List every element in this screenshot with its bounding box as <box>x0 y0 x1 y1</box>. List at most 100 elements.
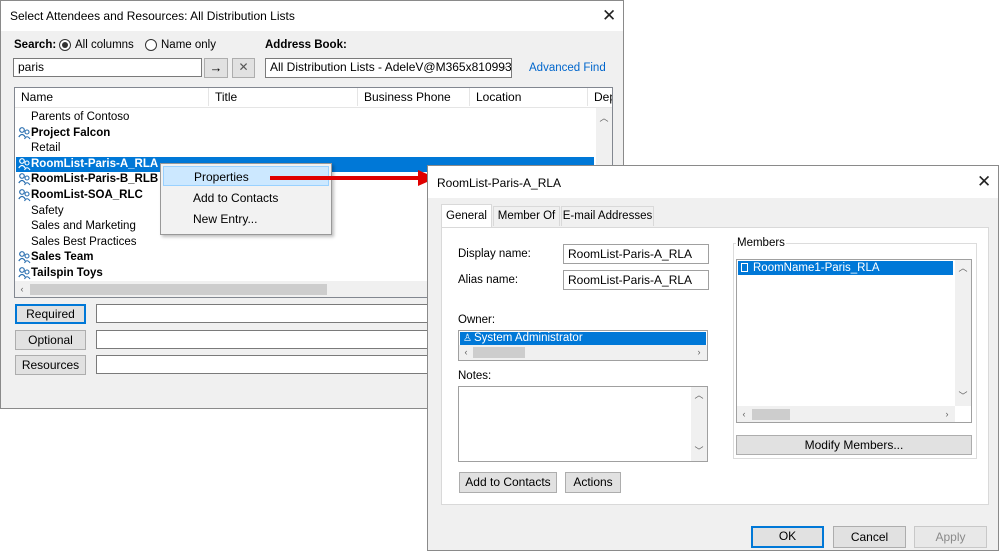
resources-button[interactable]: Resources <box>15 355 86 375</box>
row-name: RoomList-Paris-B_RLB <box>31 173 159 186</box>
optional-field[interactable] <box>96 330 436 349</box>
notes-vertical-scrollbar[interactable]: ︿ ﹀ <box>691 387 707 461</box>
row-name: RoomList-SOA_RLC <box>31 189 143 201</box>
notes-textarea[interactable]: ︿ ﹀ <box>458 386 708 462</box>
owner-item[interactable]: ♙ System Administrator <box>460 332 706 345</box>
table-row[interactable]: Retail <box>16 141 586 156</box>
go-button[interactable]: → <box>204 58 228 78</box>
members-scroll-up-icon[interactable]: ︿ <box>957 262 969 274</box>
modify-members-button[interactable]: Modify Members... <box>736 435 972 455</box>
owner-list[interactable]: ♙ System Administrator ‹ › <box>458 330 708 361</box>
member-name: RoomName1-Paris_RLA <box>753 262 880 274</box>
distribution-list-icon <box>18 188 31 203</box>
tab-email-addresses[interactable]: E-mail Addresses <box>561 206 654 226</box>
scroll-up-icon[interactable]: ︿ <box>598 112 610 124</box>
distribution-list-icon <box>18 250 31 265</box>
alias-name-label: Alias name: <box>458 274 519 286</box>
row-name: Tailspin Toys <box>31 267 103 279</box>
row-name: RoomList-Paris-A_RLA <box>31 157 159 170</box>
search-input[interactable]: paris <box>13 58 202 77</box>
row-name: Sales Best Practices <box>31 235 137 248</box>
clear-search-button[interactable]: ✕ <box>232 58 255 78</box>
row-name: Sales and Marketing <box>31 220 136 233</box>
horizontal-scroll-thumb[interactable] <box>30 284 327 295</box>
tab-general[interactable]: General <box>441 204 492 228</box>
cancel-button[interactable]: Cancel <box>833 526 906 548</box>
members-scroll-left-icon[interactable]: ‹ <box>738 408 750 420</box>
row-name: Project Falcon <box>31 126 111 139</box>
properties-title-bar: RoomList-Paris-A_RLA ✕ <box>428 166 998 198</box>
address-book-select[interactable]: All Distribution Lists - AdeleV@M365x810… <box>265 58 512 78</box>
search-input-value: paris <box>18 60 45 74</box>
close-icon[interactable]: ✕ <box>602 7 616 24</box>
display-name-label: Display name: <box>458 248 531 260</box>
title-bar: Select Attendees and Resources: All Dist… <box>1 1 623 31</box>
ok-button[interactable]: OK <box>751 526 824 548</box>
column-business-phone[interactable]: Business Phone <box>358 88 470 106</box>
column-location[interactable]: Location <box>470 88 588 106</box>
display-name-field[interactable]: RoomList-Paris-A_RLA <box>563 244 709 264</box>
menu-item-new-entry[interactable]: New Entry... <box>163 209 329 229</box>
column-department[interactable]: Dep <box>588 88 612 106</box>
distribution-list-icon <box>18 126 31 141</box>
members-scroll-thumb[interactable] <box>752 409 790 420</box>
members-vertical-scrollbar[interactable]: ︿ ﹀ <box>955 260 971 406</box>
owner-scroll-left-icon[interactable]: ‹ <box>460 346 472 358</box>
members-scroll-down-icon[interactable]: ﹀ <box>957 390 969 402</box>
column-name[interactable]: Name <box>15 88 209 106</box>
notes-label: Notes: <box>458 370 492 382</box>
optional-button[interactable]: Optional <box>15 330 86 350</box>
apply-button[interactable]: Apply <box>914 526 987 548</box>
scroll-left-icon[interactable]: ‹ <box>16 283 28 295</box>
alias-name-value: RoomList-Paris-A_RLA <box>568 273 693 287</box>
all-columns-radio[interactable] <box>59 39 71 51</box>
properties-dialog: RoomList-Paris-A_RLA ✕ General Member Of… <box>427 165 999 551</box>
room-icon <box>741 263 748 272</box>
advanced-find-link[interactable]: Advanced Find <box>529 62 606 74</box>
arrow-right-icon: → <box>209 60 223 75</box>
notes-scroll-up-icon[interactable]: ︿ <box>693 389 705 401</box>
notes-scroll-down-icon[interactable]: ﹀ <box>693 445 705 457</box>
row-name: Parents of Contoso <box>31 111 130 123</box>
annotation-arrow <box>270 170 436 186</box>
person-icon: ♙ <box>463 333 472 344</box>
members-scroll-right-icon[interactable]: › <box>941 408 953 420</box>
dialog-title: Select Attendees and Resources: All Dist… <box>10 9 295 23</box>
member-item[interactable]: RoomName1-Paris_RLA <box>738 261 953 275</box>
search-label: Search: <box>14 39 57 51</box>
resources-field[interactable] <box>96 355 436 374</box>
actions-button[interactable]: Actions <box>565 472 621 493</box>
row-name: Sales Team <box>31 251 94 264</box>
clear-icon: ✕ <box>238 60 249 74</box>
row-name: Safety <box>31 204 64 217</box>
owner-scroll-thumb[interactable] <box>473 347 525 358</box>
alias-name-field[interactable]: RoomList-Paris-A_RLA <box>563 270 709 290</box>
tab-member-of[interactable]: Member Of <box>493 206 560 226</box>
owner-value: System Administrator <box>474 332 583 344</box>
members-label: Members <box>736 237 786 249</box>
general-tab-panel: Display name: RoomList-Paris-A_RLA Alias… <box>441 227 989 505</box>
chevron-down-icon: ⌵ <box>499 62 507 73</box>
row-name: Retail <box>31 142 61 155</box>
owner-scroll-right-icon[interactable]: › <box>693 346 705 358</box>
column-title[interactable]: Title <box>209 88 358 106</box>
add-to-contacts-button[interactable]: Add to Contacts <box>459 472 557 493</box>
members-group: Members RoomName1-Paris_RLA ︿ ﹀ ‹ › Modi… <box>733 237 977 459</box>
table-row[interactable]: Project Falcon <box>16 126 586 141</box>
distribution-list-icon <box>18 157 31 172</box>
distribution-list-icon <box>18 172 31 187</box>
members-horizontal-scrollbar[interactable]: ‹ › <box>737 406 955 422</box>
display-name-value: RoomList-Paris-A_RLA <box>568 247 693 261</box>
all-columns-label: All columns <box>75 39 134 51</box>
owner-horizontal-scrollbar[interactable]: ‹ › <box>459 345 707 360</box>
owner-label: Owner: <box>458 314 496 326</box>
address-book-value: All Distribution Lists - AdeleV@M365x810… <box>270 60 512 74</box>
name-only-label: Name only <box>161 39 216 51</box>
menu-item-add-to-contacts[interactable]: Add to Contacts <box>163 188 329 208</box>
table-row[interactable]: Parents of Contoso <box>16 110 586 125</box>
name-only-radio[interactable] <box>145 39 157 51</box>
required-field[interactable] <box>96 304 436 323</box>
column-header: Name Title Business Phone Location Dep <box>15 88 612 108</box>
properties-close-icon[interactable]: ✕ <box>977 173 991 190</box>
required-button[interactable]: Required <box>15 304 86 324</box>
